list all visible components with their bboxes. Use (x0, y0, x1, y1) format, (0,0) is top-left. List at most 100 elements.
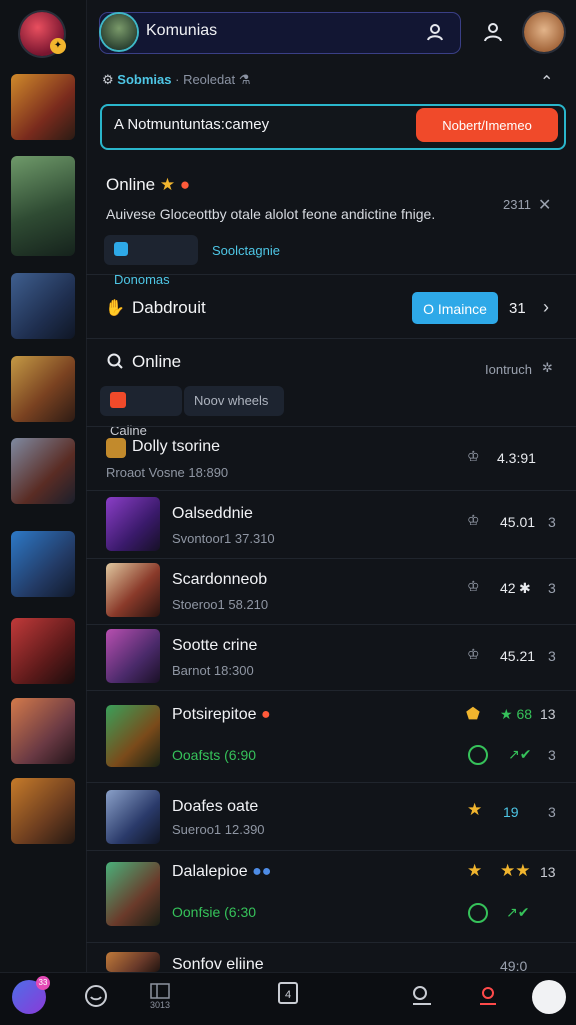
bird-icon (114, 242, 128, 256)
divider (86, 942, 576, 943)
row-value: 42 (500, 580, 516, 596)
user-icon[interactable] (482, 21, 504, 43)
online2-title: Online (132, 352, 182, 371)
fire-icon: ● (260, 706, 271, 723)
row-value: ★ 68 (500, 706, 533, 722)
divider (86, 426, 576, 427)
divider (86, 850, 576, 851)
row-title[interactable]: Doafes oate (172, 798, 258, 816)
arrow-up-icon: ↗✔ (508, 746, 532, 762)
nav-label: 3013 (150, 1000, 171, 1010)
row-meta: Stoeroo1 58.210 (172, 597, 269, 612)
row-title-text: Potsirepitoe (172, 706, 257, 723)
notifications-count: 4 (284, 989, 292, 1001)
community-action-button[interactable]: Nobert/Imemeo (416, 108, 558, 142)
star-icon: ★ (467, 861, 483, 880)
flask-icon: ⚗ (238, 72, 251, 87)
community-input-text[interactable]: A Notmuntuntas:camey (114, 116, 269, 133)
game-thumbnail-9[interactable] (11, 778, 75, 844)
target-icon (468, 745, 488, 765)
online-title: Online ★ ● (106, 175, 190, 195)
star-icon: ★ (159, 175, 176, 194)
notifications-icon[interactable]: 4 (278, 982, 298, 1004)
chevron-up-icon[interactable]: ⌃ (540, 72, 553, 92)
row-title[interactable]: Dolly tsorine (132, 438, 220, 456)
game-thumbnail-8[interactable] (11, 698, 75, 764)
breadcrumb-icon: ⚙ (102, 72, 114, 87)
arrow-up-icon: ↗✔ (506, 904, 530, 920)
row-thumbnail[interactable] (106, 497, 160, 551)
row-meta: Sueroo1 12.390 (172, 822, 265, 837)
game-thumbnail-2[interactable] (11, 156, 75, 256)
profile-icon[interactable] (532, 980, 566, 1014)
library-icon[interactable] (148, 980, 172, 1000)
dabdrouit-title: Dabdrouit (132, 298, 206, 317)
alert-icon[interactable] (474, 982, 502, 1010)
crown-outline-icon: ♔ (467, 512, 480, 528)
breadcrumb-separator: · (175, 72, 180, 87)
search-icon[interactable] (408, 982, 436, 1010)
row-thumbnail[interactable] (106, 862, 160, 926)
divider (86, 490, 576, 491)
search-avatar (101, 14, 137, 50)
row-num: 3 (548, 580, 556, 596)
row-num: 13 (540, 864, 556, 880)
row-title-text: Dalalepioe (172, 863, 248, 880)
game-thumbnail-4[interactable] (11, 356, 75, 422)
game-thumbnail-3[interactable] (11, 273, 75, 339)
chat-icon[interactable] (82, 982, 110, 1010)
tab-new-wheels[interactable]: Noov wheels (184, 386, 284, 416)
sort-icon[interactable]: ✲ (542, 360, 553, 376)
chevron-right-icon[interactable]: › (543, 297, 549, 318)
row-value: 19 (503, 804, 519, 820)
game-thumbnail-6[interactable] (11, 531, 75, 597)
game-thumbnail-7[interactable] (11, 618, 75, 684)
dabdrouit-button[interactable]: O Imaince (412, 292, 498, 324)
tab-online[interactable]: Caline (100, 386, 182, 438)
row-title[interactable]: Sootte crine (172, 637, 257, 655)
account-avatar[interactable] (524, 12, 564, 52)
row-title[interactable]: Oalseddnie (172, 505, 253, 523)
breadcrumb-secondary[interactable]: Reoledat (183, 72, 235, 87)
sparkle-icon: ✱ (519, 580, 531, 596)
row-num: 3 (548, 514, 556, 530)
search-icon[interactable] (106, 352, 124, 370)
game-thumbnail-1[interactable] (11, 74, 75, 140)
breadcrumb-primary[interactable]: Sobmias (117, 72, 171, 87)
row-title[interactable]: Potsirepitoe ● (172, 706, 271, 724)
online-count: 2311 (503, 197, 531, 212)
eyes-icon: ●● (252, 863, 272, 880)
row-thumbnail[interactable] (106, 952, 160, 972)
row-meta: Svontoor1 37.310 (172, 531, 275, 546)
row-num: 3 (548, 648, 556, 664)
row-thumbnail[interactable] (106, 629, 160, 683)
row-thumbnail[interactable] (106, 790, 160, 844)
notification-badge: 33 (36, 976, 50, 990)
row-meta: Oonfsie (6:30 (172, 904, 257, 920)
row-value: 45.01 (500, 514, 536, 530)
fire-icon: ● (179, 175, 191, 194)
row-thumbnail[interactable] (106, 563, 160, 617)
row-thumbnail[interactable] (106, 705, 160, 767)
row-num: 13 (540, 706, 556, 722)
row-num: 3 (548, 804, 556, 820)
search-input-text[interactable]: Komunias (146, 22, 217, 40)
close-icon[interactable]: ✕ (538, 195, 551, 215)
chip-primary[interactable]: Donomas (104, 235, 198, 287)
game-thumbnail-5[interactable] (11, 438, 75, 504)
chip-secondary[interactable]: Soolctagnie (212, 243, 280, 258)
divider (86, 690, 576, 691)
row-title[interactable]: Scardonneob (172, 571, 267, 589)
hands-icon: ✋ (105, 300, 125, 317)
row-title[interactable]: Dalalepioe ●● (172, 863, 271, 881)
divider (86, 338, 576, 339)
crown-outline-icon: ♔ (467, 448, 480, 464)
calendar-icon (106, 438, 126, 458)
row-meta: Barnot 18:300 (172, 663, 254, 678)
user-search-icon[interactable] (425, 22, 445, 42)
online-title-text: Online (106, 175, 156, 194)
divider (86, 782, 576, 783)
row-num-secondary: 3 (548, 747, 556, 763)
stars-icon: ★★ (500, 861, 531, 880)
row-meta: Rroaot Vosne 18:890 (106, 465, 229, 480)
